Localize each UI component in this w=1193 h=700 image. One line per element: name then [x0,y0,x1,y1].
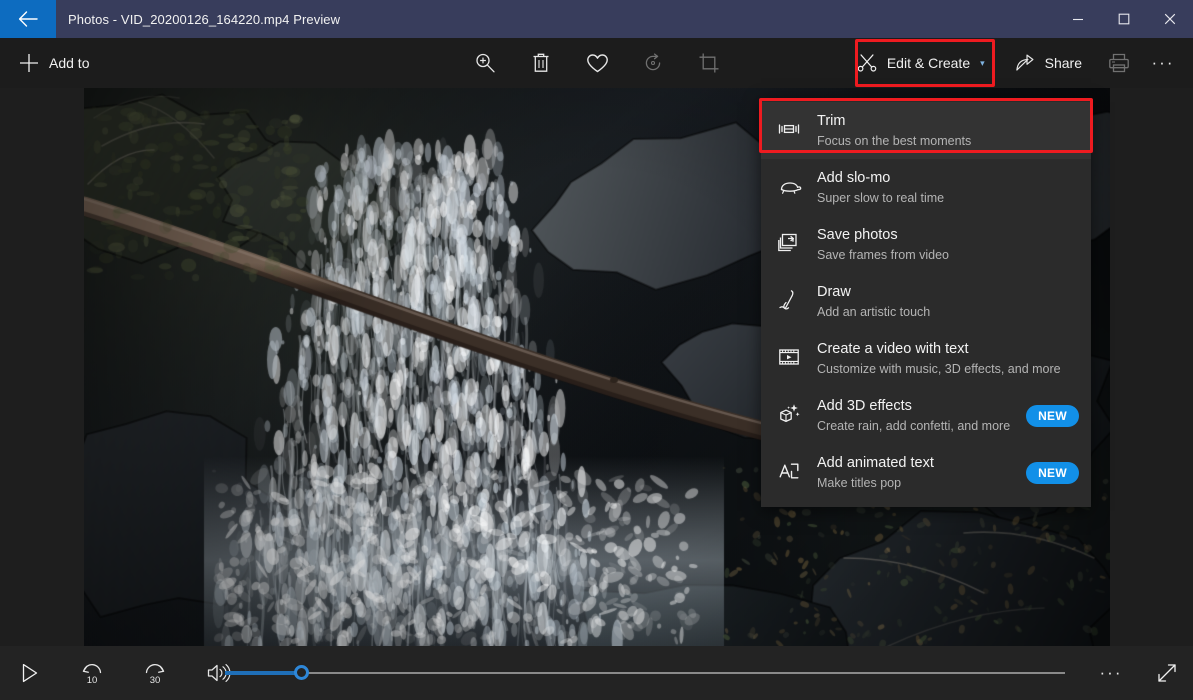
close-icon [1164,13,1176,25]
slider-thumb[interactable] [294,665,309,680]
rewind-10-label: 10 [87,675,98,686]
playback-right-group: ··· [1091,646,1185,700]
delete-button[interactable] [524,46,558,80]
rewind-10-icon: 10 [79,660,105,686]
menu-item-text: Add slo-moSuper slow to real time [807,168,1079,207]
menu-item-title: Trim [817,111,1079,131]
toolbar-more-button[interactable]: ··· [1143,46,1183,80]
fullscreen-button[interactable] [1149,655,1185,691]
crop-button[interactable] [692,46,726,80]
menu-item-text: Add 3D effectsCreate rain, add confetti,… [807,396,1026,435]
edit-create-button[interactable]: Edit & Create ▾ [845,44,997,82]
menu-item-title: Add animated text [817,453,1026,473]
slider-fill [225,671,301,675]
menu-item-subtitle: Customize with music, 3D effects, and mo… [817,360,1079,378]
play-icon [17,661,41,685]
edit-create-menu: TrimFocus on the best momentsAdd slo-moS… [761,98,1091,507]
maximize-icon [1118,13,1130,25]
draw-pen-icon [777,288,807,312]
menu-item-add-animated-text[interactable]: Add animated textMake titles popNEW [761,444,1091,501]
add-to-label: Add to [49,55,89,71]
zoom-in-button[interactable] [468,46,502,80]
playback-bar: 10 30 ··· [0,646,1193,700]
menu-item-subtitle: Create rain, add confetti, and more [817,417,1026,435]
rewind-10-button[interactable]: 10 [74,655,110,691]
toolbar-right-group: Edit & Create ▾ Share ··· [845,38,1183,88]
seek-slider[interactable] [225,663,1065,683]
menu-item-add-3d-effects[interactable]: Add 3D effectsCreate rain, add confetti,… [761,387,1091,444]
back-arrow-icon [17,10,39,28]
fullscreen-icon [1155,661,1179,685]
scissors-icon [856,52,878,74]
plus-icon [18,52,40,74]
save-photos-icon [777,231,807,255]
menu-item-text: DrawAdd an artistic touch [807,282,1079,321]
menu-item-add-slo-mo[interactable]: Add slo-moSuper slow to real time [761,159,1091,216]
menu-item-title: Add 3D effects [817,396,1026,416]
menu-item-text: Create a video with textCustomize with m… [807,339,1079,378]
menu-item-title: Draw [817,282,1079,302]
close-button[interactable] [1147,0,1193,38]
print-icon [1107,51,1131,75]
menu-item-subtitle: Add an artistic touch [817,303,1079,321]
favorite-button[interactable] [580,46,614,80]
rotate-icon [641,51,665,75]
add-to-button[interactable]: Add to [14,45,99,81]
turtle-icon [777,174,807,198]
minimize-icon [1072,13,1084,25]
menu-item-title: Add slo-mo [817,168,1079,188]
share-icon [1014,52,1036,74]
share-button[interactable]: Share [1001,44,1095,82]
menu-item-save-photos[interactable]: Save photosSave frames from video [761,216,1091,273]
playback-more-button[interactable]: ··· [1091,656,1131,690]
play-button[interactable] [11,655,47,691]
new-badge: NEW [1026,405,1079,427]
animated-text-icon [777,459,807,483]
minimize-button[interactable] [1055,0,1101,38]
maximize-button[interactable] [1101,0,1147,38]
favorite-icon [585,51,610,76]
print-button[interactable] [1099,46,1139,80]
video-with-text-icon [777,345,807,369]
trim-icon [777,117,807,141]
menu-item-title: Save photos [817,225,1079,245]
rotate-button[interactable] [636,46,670,80]
menu-item-title: Create a video with text [817,339,1079,359]
menu-item-text: TrimFocus on the best moments [807,111,1079,150]
slider-track [225,672,1065,674]
menu-item-text: Add animated textMake titles pop [807,453,1026,492]
toolbar-center-icons [468,38,726,88]
command-bar: Add to [0,38,1193,88]
window-title: Photos - VID_20200126_164220.mp4 Preview [68,12,340,27]
menu-item-subtitle: Super slow to real time [817,189,1079,207]
zoom-in-icon [473,51,497,75]
photos-app-window: Photos - VID_20200126_164220.mp4 Preview [0,0,1193,700]
menu-item-trim[interactable]: TrimFocus on the best moments [761,102,1091,159]
menu-item-draw[interactable]: DrawAdd an artistic touch [761,273,1091,330]
new-badge: NEW [1026,462,1079,484]
delete-icon [529,51,553,75]
chevron-down-icon: ▾ [980,58,985,69]
menu-item-subtitle: Save frames from video [817,246,1079,264]
crop-icon [697,51,721,75]
forward-30-icon: 30 [142,660,168,686]
back-button[interactable] [0,0,56,38]
forward-30-button[interactable]: 30 [137,655,173,691]
window-controls [1055,0,1193,38]
share-label: Share [1045,55,1082,71]
title-bar: Photos - VID_20200126_164220.mp4 Preview [0,0,1193,38]
3d-effects-icon [777,402,807,426]
menu-item-subtitle: Make titles pop [817,474,1026,492]
forward-30-label: 30 [150,675,161,686]
menu-item-text: Save photosSave frames from video [807,225,1079,264]
menu-item-create-a-video-with-text[interactable]: Create a video with textCustomize with m… [761,330,1091,387]
edit-create-label: Edit & Create [887,55,970,71]
menu-item-subtitle: Focus on the best moments [817,132,1079,150]
